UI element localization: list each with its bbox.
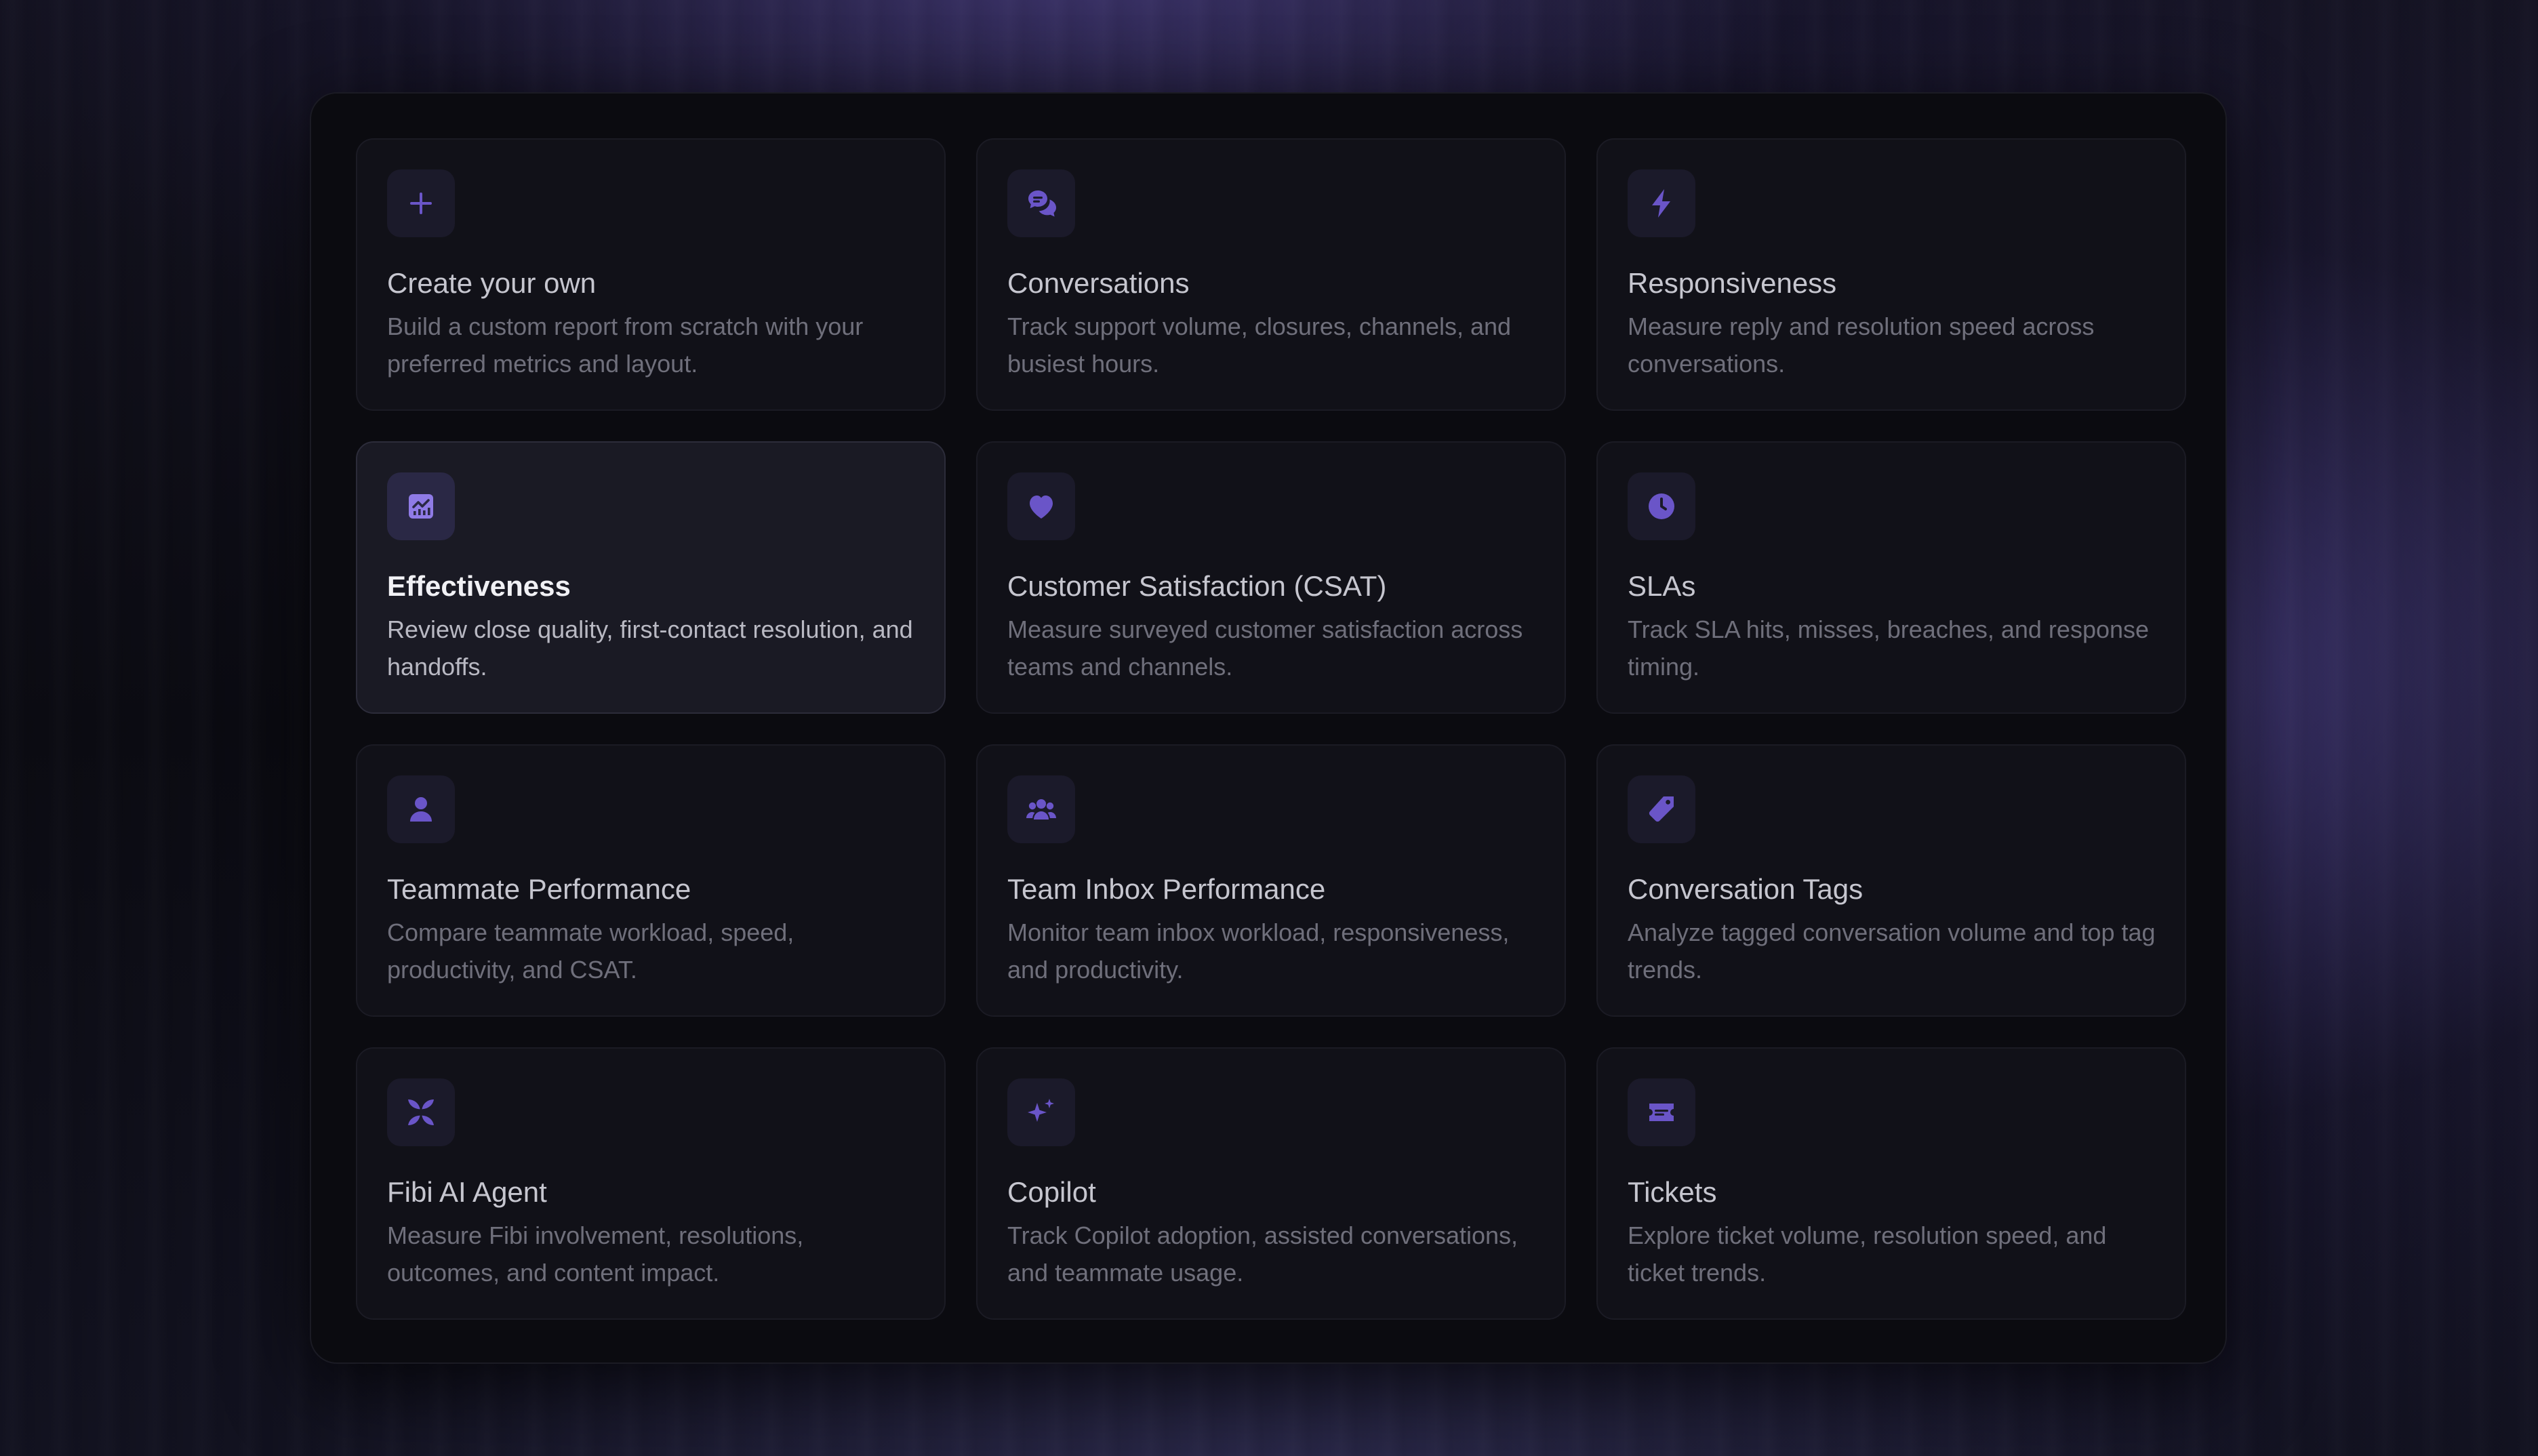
report-card-description: Monitor team inbox workload, responsiven…: [1007, 918, 1510, 984]
report-card-team-inbox-performance[interactable]: Team Inbox Performance Monitor team inbo…: [976, 744, 1566, 1017]
report-card-title: Conversation Tags: [1628, 873, 1864, 905]
report-card-title: Teammate Performance: [387, 873, 691, 905]
report-card-description: Analyze tagged conversation volume and t…: [1628, 918, 2156, 984]
chart-up-icon: [387, 472, 455, 540]
report-card-title: Responsiveness: [1628, 267, 1837, 299]
report-card-conversations[interactable]: Conversations Track support volume, clos…: [976, 138, 1566, 411]
report-card-description: Track support volume, closures, channels…: [1007, 312, 1512, 378]
report-card-tickets[interactable]: Tickets Explore ticket volume, resolutio…: [1596, 1047, 2186, 1320]
report-card-fibi-ai-agent[interactable]: Fibi AI Agent Measure Fibi involvement, …: [356, 1047, 946, 1320]
report-card-title: Customer Satisfaction (CSAT): [1007, 570, 1387, 602]
lightning-icon: [1628, 169, 1695, 237]
report-card-description: Track Copilot adoption, assisted convers…: [1007, 1221, 1518, 1287]
report-card-description: Measure reply and resolution speed acros…: [1628, 312, 2095, 378]
report-card-teammate-performance[interactable]: Teammate Performance Compare teammate wo…: [356, 744, 946, 1017]
report-card-description: Measure surveyed customer satisfaction a…: [1007, 615, 1523, 681]
report-card-create-your-own[interactable]: Create your own Build a custom report fr…: [356, 138, 946, 411]
clock-icon: [1628, 472, 1695, 540]
report-card-description: Build a custom report from scratch with …: [387, 312, 864, 378]
tag-icon: [1628, 775, 1695, 843]
report-card-title: Copilot: [1007, 1176, 1096, 1208]
report-card-title: Effectiveness: [387, 570, 571, 602]
report-template-grid: Create your own Build a custom report fr…: [356, 138, 2186, 1320]
report-card-copilot[interactable]: Copilot Track Copilot adoption, assisted…: [976, 1047, 1566, 1320]
report-card-title: Tickets: [1628, 1176, 1717, 1208]
ticket-icon: [1628, 1078, 1695, 1146]
report-template-panel: Create your own Build a custom report fr…: [310, 92, 2227, 1364]
report-card-description: Compare teammate workload, speed, produc…: [387, 918, 794, 984]
report-card-effectiveness[interactable]: Effectiveness Review close quality, firs…: [356, 441, 946, 714]
report-card-description: Track SLA hits, misses, breaches, and re…: [1628, 615, 2150, 681]
report-card-description: Measure Fibi involvement, resolutions, o…: [387, 1221, 804, 1287]
report-card-description: Explore ticket volume, resolution speed,…: [1628, 1221, 2107, 1287]
plus-icon: [387, 169, 455, 237]
heart-icon: [1007, 472, 1075, 540]
report-card-slas[interactable]: SLAs Track SLA hits, misses, breaches, a…: [1596, 441, 2186, 714]
sparkles-icon: [1007, 1078, 1075, 1146]
report-card-conversation-tags[interactable]: Conversation Tags Analyze tagged convers…: [1596, 744, 2186, 1017]
chat-bubbles-icon: [1007, 169, 1075, 237]
person-icon: [387, 775, 455, 843]
fibi-logo-icon: [387, 1078, 455, 1146]
team-icon: [1007, 775, 1075, 843]
report-card-title: Conversations: [1007, 267, 1190, 299]
report-card-title: Fibi AI Agent: [387, 1176, 547, 1208]
report-card-title: Create your own: [387, 267, 597, 299]
report-card-description: Review close quality, first-contact reso…: [387, 615, 913, 681]
report-card-csat[interactable]: Customer Satisfaction (CSAT) Measure sur…: [976, 441, 1566, 714]
report-card-title: SLAs: [1628, 570, 1696, 602]
report-card-responsiveness[interactable]: Responsiveness Measure reply and resolut…: [1596, 138, 2186, 411]
report-card-title: Team Inbox Performance: [1007, 873, 1326, 905]
